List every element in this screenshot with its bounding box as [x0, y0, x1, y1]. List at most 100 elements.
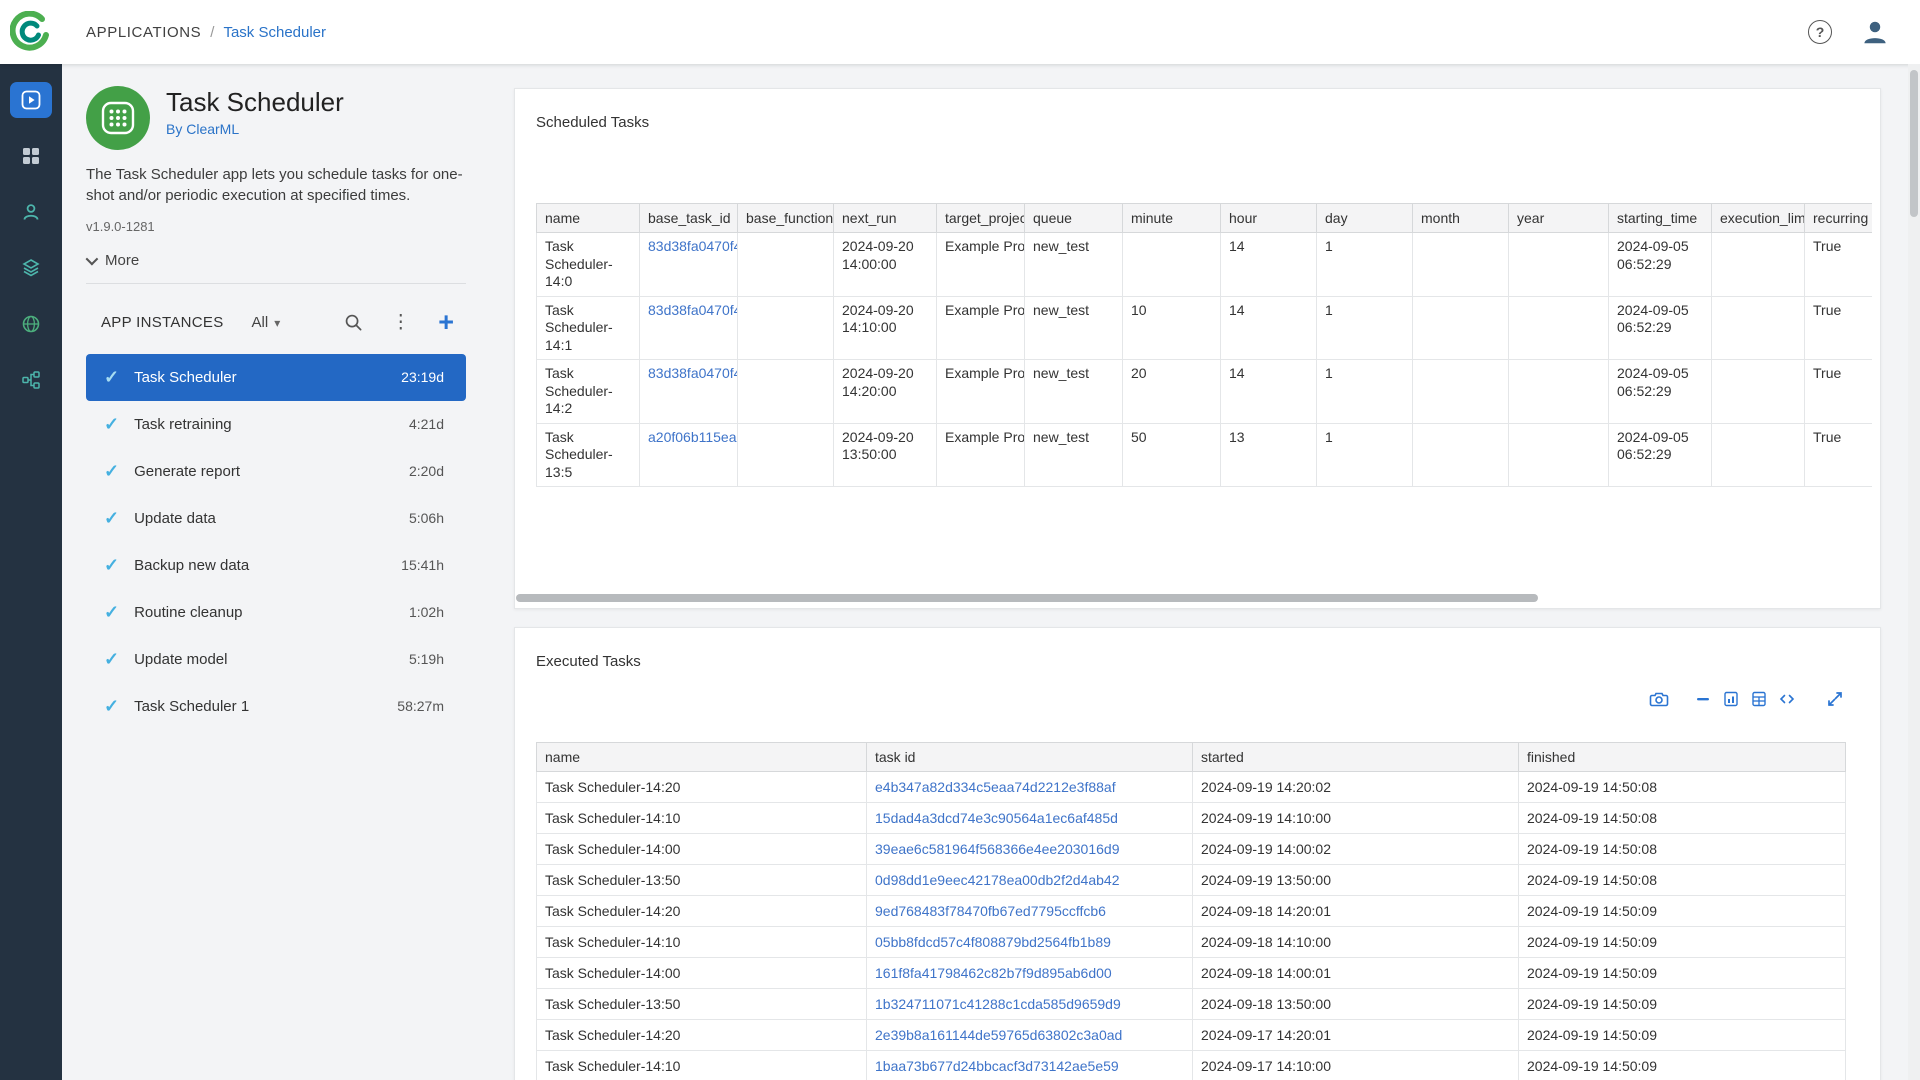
check-icon: ✓	[104, 367, 119, 388]
task-id-link[interactable]: 0d98dd1e9eec42178ea00db2f2d4ab42	[875, 872, 1119, 888]
caret-down-icon: ▾	[274, 316, 280, 330]
instance-name: Task Scheduler 1	[134, 698, 249, 715]
column-header[interactable]: name	[537, 204, 640, 233]
app-instance-item[interactable]: ✓Task Scheduler23:19d	[86, 354, 466, 401]
instance-name: Generate report	[134, 463, 240, 480]
column-header[interactable]: hour	[1221, 204, 1317, 233]
cell-name: Task Scheduler-14:2	[537, 360, 640, 424]
instances-filter-dropdown[interactable]: All ▾	[252, 314, 281, 331]
app-instance-item[interactable]: ✓Generate report2:20d	[86, 448, 466, 495]
cell-task-id: 161f8fa41798462c82b7f9d895ab6d00	[867, 958, 1193, 989]
cell-finished: 2024-09-19 14:50:08	[1519, 772, 1846, 803]
column-header[interactable]: execution_limit	[1712, 204, 1805, 233]
table-file-icon[interactable]	[1748, 688, 1770, 710]
sidebar-item-pipelines[interactable]	[10, 362, 52, 398]
app-instance-item[interactable]: ✓Update model5:19h	[86, 636, 466, 683]
layers-icon	[21, 258, 41, 278]
column-header[interactable]: recurring	[1805, 204, 1873, 233]
column-header[interactable]: task id	[867, 743, 1193, 772]
breadcrumb-separator: /	[210, 24, 214, 41]
sidebar-item-applications[interactable]	[10, 82, 52, 118]
cell-starting_time: 2024-09-05 06:52:29	[1609, 296, 1712, 360]
task-id-link[interactable]: 161f8fa41798462c82b7f9d895ab6d00	[875, 965, 1112, 981]
cell-task-id: 9ed768483f78470fb67ed7795ccffcb6	[867, 896, 1193, 927]
instance-name: Task Scheduler	[134, 369, 237, 386]
vertical-scrollbar-track[interactable]	[1908, 64, 1920, 1080]
task-id-link[interactable]: e4b347a82d334c5eaa74d2212e3f88af	[875, 779, 1116, 795]
column-header[interactable]: base_function	[738, 204, 834, 233]
cell-name: Task Scheduler-14:00	[537, 834, 867, 865]
task-id-link[interactable]: 83d38fa0470f4	[648, 365, 738, 381]
instance-elapsed: 5:19h	[409, 651, 444, 667]
table-row: Task Scheduler-14:202e39b8a161144de59765…	[537, 1020, 1846, 1051]
vertical-scrollbar-thumb[interactable]	[1910, 70, 1918, 217]
projects-grid-icon	[21, 146, 41, 166]
breadcrumb-applications[interactable]: APPLICATIONS	[86, 24, 201, 41]
app-instance-item[interactable]: ✓Task retraining4:21d	[86, 401, 466, 448]
clearml-logo[interactable]	[0, 11, 62, 53]
cell-recurring: True	[1805, 423, 1873, 487]
task-id-link[interactable]: 2e39b8a161144de59765d63802c3a0ad	[875, 1027, 1122, 1043]
minus-icon[interactable]	[1692, 688, 1714, 710]
side-nav	[0, 64, 62, 1080]
horizontal-scrollbar-thumb[interactable]	[516, 594, 1538, 602]
table-header-row: nametask idstartedfinished	[537, 743, 1846, 772]
task-id-link[interactable]: 83d38fa0470f4	[648, 302, 738, 318]
task-id-link[interactable]: a20f06b115ea	[648, 429, 737, 445]
task-id-link[interactable]: 05bb8fdcd57c4f808879bd2564fb1b89	[875, 934, 1111, 950]
column-header[interactable]: starting_time	[1609, 204, 1712, 233]
cell-finished: 2024-09-19 14:50:09	[1519, 1020, 1846, 1051]
column-header[interactable]: base_task_id	[640, 204, 738, 233]
column-header[interactable]: year	[1509, 204, 1609, 233]
task-id-link[interactable]: 15dad4a3dcd74e3c90564a1ec6af485d	[875, 810, 1118, 826]
task-id-link[interactable]: 83d38fa0470f4	[648, 238, 738, 254]
column-header[interactable]: name	[537, 743, 867, 772]
app-version: v1.9.0-1281	[86, 219, 466, 234]
app-instance-item[interactable]: ✓Task Scheduler 158:27m	[86, 683, 466, 730]
app-instance-item[interactable]: ✓Update data5:06h	[86, 495, 466, 542]
cell-name: Task Scheduler-13:5	[537, 423, 640, 487]
check-icon: ✓	[104, 696, 119, 717]
sidebar-item-hyper-datasets[interactable]	[10, 306, 52, 342]
check-icon: ✓	[104, 508, 119, 529]
cell-day: 1	[1317, 360, 1413, 424]
search-icon[interactable]	[344, 313, 363, 332]
task-id-link[interactable]: 1baa73b677d24bbcacf3d73142ae5e59	[875, 1058, 1119, 1074]
instance-name: Update model	[134, 651, 227, 668]
task-id-link[interactable]: 9ed768483f78470fb67ed7795ccffcb6	[875, 903, 1106, 919]
app-instance-item[interactable]: ✓Routine cleanup1:02h	[86, 589, 466, 636]
cell-task-id: e4b347a82d334c5eaa74d2212e3f88af	[867, 772, 1193, 803]
column-header[interactable]: next_run	[834, 204, 937, 233]
cell-base_function	[738, 296, 834, 360]
task-id-link[interactable]: 1b324711071c41288c1cda585d9659d9	[875, 996, 1121, 1012]
kebab-menu-icon[interactable]: ⋮	[391, 313, 410, 332]
column-header[interactable]: month	[1413, 204, 1509, 233]
chart-file-icon[interactable]	[1720, 688, 1742, 710]
sidebar-item-datasets[interactable]	[10, 250, 52, 286]
more-toggle[interactable]: More	[86, 252, 176, 269]
app-instance-item[interactable]: ✓Backup new data15:41h	[86, 542, 466, 589]
cell-base_task_id: 83d38fa0470f4	[640, 233, 738, 297]
expand-icon[interactable]	[1824, 688, 1846, 710]
cell-target_project: Example Proje	[937, 423, 1025, 487]
help-icon[interactable]: ?	[1808, 20, 1832, 44]
task-id-link[interactable]: 39eae6c581964f568366e4ee203016d9	[875, 841, 1119, 857]
cell-finished: 2024-09-19 14:50:09	[1519, 989, 1846, 1020]
column-header[interactable]: minute	[1123, 204, 1221, 233]
column-header[interactable]: started	[1193, 743, 1519, 772]
instance-elapsed: 15:41h	[401, 557, 444, 573]
sidebar-item-projects[interactable]	[10, 138, 52, 174]
column-header[interactable]: target_project	[937, 204, 1025, 233]
check-icon: ✓	[104, 461, 119, 482]
column-header[interactable]: queue	[1025, 204, 1123, 233]
cell-started: 2024-09-18 13:50:00	[1193, 989, 1519, 1020]
add-instance-button[interactable]: +	[438, 309, 454, 336]
column-header[interactable]: finished	[1519, 743, 1846, 772]
code-file-icon[interactable]	[1776, 688, 1798, 710]
byline-link[interactable]: By ClearML	[166, 121, 344, 137]
cell-name: Task Scheduler-14:0	[537, 233, 640, 297]
sidebar-item-workers[interactable]	[10, 194, 52, 230]
user-avatar-icon[interactable]	[1860, 17, 1890, 47]
column-header[interactable]: day	[1317, 204, 1413, 233]
camera-icon[interactable]	[1648, 688, 1670, 710]
